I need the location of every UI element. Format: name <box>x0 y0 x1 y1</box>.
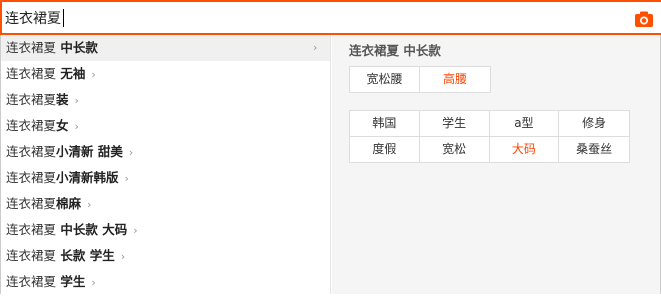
chevron-right-icon: › <box>133 224 138 237</box>
attribute-option[interactable]: 桑蚕丝 <box>559 137 629 162</box>
suggestion-keyword: 女 <box>56 118 69 133</box>
attribute-option[interactable]: 大码 <box>490 137 560 162</box>
camera-icon[interactable] <box>635 11 653 27</box>
suggestion-keyword: 长款 学生 <box>56 248 115 263</box>
suggestion-item[interactable]: 连衣裙夏 学生 › <box>1 269 330 295</box>
waist-options: 宽松腰 高腰 <box>349 66 491 93</box>
chevron-right-icon: › <box>313 41 318 54</box>
text-caret <box>63 9 64 27</box>
suggestion-prefix: 连衣裙夏 <box>6 66 57 81</box>
suggestion-item[interactable]: 连衣裙夏 中长款 大码 › <box>1 217 330 243</box>
attribute-option[interactable]: 宽松 <box>420 137 490 162</box>
suggestion-prefix: 连衣裙夏 <box>6 196 57 211</box>
chevron-right-icon: › <box>87 198 92 211</box>
attribute-row: 度假 宽松 大码 桑蚕丝 <box>350 137 629 162</box>
suggestion-prefix: 连衣裙夏 <box>6 40 57 55</box>
chevron-right-icon: › <box>74 94 79 107</box>
option-high-waist[interactable]: 高腰 <box>420 67 490 92</box>
suggestion-item[interactable]: 连衣裙夏小清新韩版 › <box>1 165 330 191</box>
attribute-row: 韩国 学生 a型 修身 <box>350 111 629 137</box>
suggestion-item[interactable]: 连衣裙夏装 › <box>1 87 330 113</box>
suggestion-keyword: 学生 <box>56 274 86 289</box>
attribute-option[interactable]: 修身 <box>559 111 629 136</box>
suggestion-item[interactable]: 连衣裙夏小清新 甜美 › <box>1 139 330 165</box>
chevron-right-icon: › <box>128 146 134 159</box>
suggestion-prefix: 连衣裙夏 <box>6 170 57 185</box>
suggestion-prefix: 连衣裙夏 <box>6 118 57 133</box>
panel-title: 连衣裙夏 中长款 <box>349 43 441 58</box>
suggestion-prefix: 连衣裙夏 <box>6 274 57 289</box>
suggestion-item[interactable]: 连衣裙夏棉麻 › <box>1 191 330 217</box>
suggestion-item[interactable]: 连衣裙夏 中长款 › <box>1 35 330 61</box>
suggestion-item[interactable]: 连衣裙夏 长款 学生 › <box>1 243 330 269</box>
chevron-right-icon: › <box>120 250 126 263</box>
attribute-option[interactable]: 度假 <box>350 137 420 162</box>
suggestion-keyword: 中长款 大码 <box>56 222 128 237</box>
chevron-right-icon: › <box>124 172 129 185</box>
chevron-right-icon: › <box>91 68 96 81</box>
search-bar <box>0 0 661 35</box>
attribute-option[interactable]: 韩国 <box>350 111 420 136</box>
suggestion-prefix: 连衣裙夏 <box>6 92 57 107</box>
suggestion-prefix: 连衣裙夏 <box>6 222 57 237</box>
suggestion-keyword: 小清新韩版 <box>56 170 119 185</box>
suggestion-dropdown: 连衣裙夏 中长款 › 连衣裙夏 无袖 › 连衣裙夏装 › 连衣裙夏女 › 连衣裙夏小清新 甜美 ›… <box>0 35 661 294</box>
attribute-option[interactable]: 学生 <box>420 111 490 136</box>
suggestion-keyword: 小清新 甜美 <box>56 144 123 159</box>
chevron-right-icon: › <box>91 276 96 289</box>
refine-panel: 连衣裙夏 中长款 宽松腰 高腰 韩国 学生 a型 修身 度假 宽松 大码 桑蚕丝 <box>332 35 660 294</box>
chevron-right-icon: › <box>74 120 79 133</box>
search-input[interactable] <box>5 6 605 30</box>
option-loose-waist[interactable]: 宽松腰 <box>350 67 420 92</box>
suggestion-keyword: 棉麻 <box>56 196 82 211</box>
suggestion-list: 连衣裙夏 中长款 › 连衣裙夏 无袖 › 连衣裙夏装 › 连衣裙夏女 › 连衣裙夏小清新 甜美 ›… <box>1 35 331 294</box>
suggestion-prefix: 连衣裙夏 <box>6 144 57 159</box>
suggestion-item[interactable]: 连衣裙夏 无袖 › <box>1 61 330 87</box>
suggestion-keyword: 中长款 <box>56 40 98 55</box>
attribute-option[interactable]: a型 <box>490 111 560 136</box>
suggestion-keyword: 无袖 <box>56 66 86 81</box>
suggestion-prefix: 连衣裙夏 <box>6 248 57 263</box>
suggestion-item[interactable]: 连衣裙夏女 › <box>1 113 330 139</box>
suggestion-keyword: 装 <box>56 92 69 107</box>
attribute-grid: 韩国 学生 a型 修身 度假 宽松 大码 桑蚕丝 <box>349 110 630 163</box>
